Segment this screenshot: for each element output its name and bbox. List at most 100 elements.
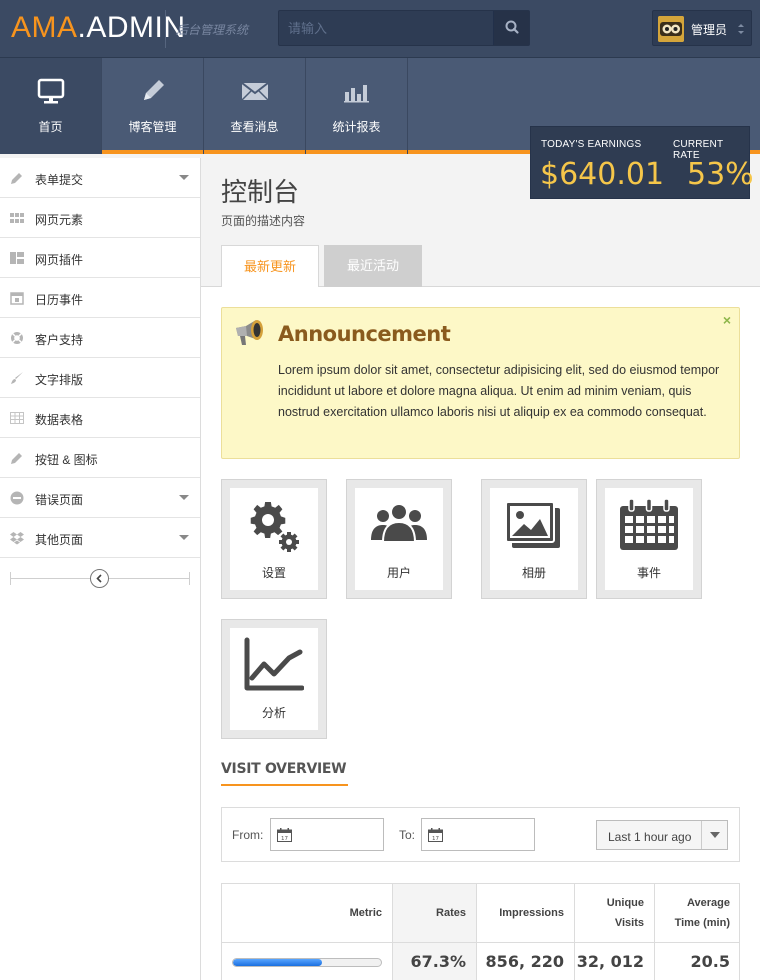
brand-subtitle: 后台管理系统 — [176, 23, 249, 37]
tile-analytics[interactable]: 分析 — [221, 619, 327, 739]
sidebar-item-label: 表单提交 — [35, 173, 84, 187]
earnings-label: TODAY'S EARNINGS — [541, 139, 642, 150]
layout-icon — [10, 252, 24, 264]
section-underline — [221, 784, 348, 786]
page-description: 页面的描述内容 — [221, 214, 306, 228]
sidebar-item-label: 网页元素 — [35, 213, 84, 227]
nav-item-messages[interactable]: 查看消息 — [204, 58, 306, 154]
header-label: Impressions — [499, 907, 564, 919]
rate-value: 53% — [687, 157, 754, 192]
sidebar-item-elements[interactable]: 网页元素 — [0, 198, 200, 238]
tile-label: 用户 — [386, 566, 411, 580]
announcement-box: Announcement Lorem ipsum dolor sit amet,… — [221, 307, 740, 459]
top-header: AMA.ADMIN 后台管理系统 管理员 — [0, 0, 760, 58]
tile-album[interactable]: 相册 — [481, 479, 587, 599]
header-rates[interactable]: Rates — [393, 884, 477, 942]
sidebar-item-forms[interactable]: 表单提交 — [0, 158, 200, 198]
header-impressions[interactable]: Impressions — [477, 884, 575, 942]
tile-label: 事件 — [636, 566, 661, 580]
tile-users[interactable]: 用户 — [346, 479, 452, 599]
brand-part2: ADMIN — [86, 11, 186, 44]
avg-time-value: 20.5 — [690, 952, 730, 971]
bar-chart-icon — [344, 85, 369, 103]
header-label: Unique — [606, 897, 644, 909]
sidebar-item-plugins[interactable]: 网页插件 — [0, 238, 200, 278]
sidebar-item-errors[interactable]: 错误页面 — [0, 478, 200, 518]
calendar-icon — [10, 292, 24, 305]
unique-visits-value: 32, 012 — [576, 952, 644, 971]
sidebar-item-support[interactable]: 客户支持 — [0, 318, 200, 358]
brand-logo[interactable]: AMA.ADMIN — [11, 12, 186, 44]
header-label: Rates — [436, 907, 466, 919]
sidebar-item-calendar[interactable]: 日历事件 — [0, 278, 200, 318]
sort-caret-icon — [738, 24, 744, 34]
tile-label: 设置 — [261, 566, 286, 580]
sidebar-item-label: 客户支持 — [35, 333, 84, 347]
tile-body: 相册 — [490, 488, 578, 590]
sidebar-item-tables[interactable]: 数据表格 — [0, 398, 200, 438]
page-title: 控制台 — [221, 177, 300, 207]
nav-item-reports[interactable]: 统计报表 — [306, 58, 408, 154]
tab-recent-activity[interactable]: 最近活动 — [324, 245, 422, 287]
table-cell-unique: 32, 012 — [575, 942, 655, 980]
nav-label: 查看消息 — [230, 120, 279, 134]
tile-body: 分析 — [230, 628, 318, 730]
sidebar-item-buttons[interactable]: 按钮 & 图标 — [0, 438, 200, 478]
line-chart-icon — [244, 637, 304, 691]
nav-item-blog[interactable]: 博客管理 — [102, 58, 204, 154]
photo-album-icon — [505, 501, 560, 548]
date-filter-bar: From: 17 To: 17 Last 1 hour ago — [221, 807, 740, 862]
tile-label: 分析 — [261, 706, 286, 720]
calendar-icon: 17 — [428, 828, 443, 842]
users-icon — [371, 503, 427, 543]
brush-icon — [11, 372, 23, 384]
nav-item-home[interactable]: 首页 — [0, 58, 102, 154]
chevron-down-icon[interactable] — [701, 821, 727, 849]
search-box — [278, 10, 530, 46]
chevron-down-icon — [179, 535, 189, 540]
tile-events[interactable]: 事件 — [596, 479, 702, 599]
tile-body: 设置 — [230, 488, 318, 590]
chevron-left-icon — [96, 574, 102, 583]
visit-overview-title: VISIT OVERVIEW — [221, 761, 347, 777]
nav-label: 统计报表 — [332, 120, 381, 134]
table-cell-metric — [222, 942, 393, 980]
sidebar-item-label: 数据表格 — [35, 413, 84, 427]
sidebar-item-other[interactable]: 其他页面 — [0, 518, 200, 558]
from-date-field[interactable]: 17 — [270, 818, 384, 851]
to-date-field[interactable]: 17 — [421, 818, 535, 851]
table-icon — [10, 412, 24, 424]
tile-body: 用户 — [355, 488, 443, 590]
table-cell-avg-time: 20.5 — [655, 942, 740, 980]
sidebar: 表单提交 网页元素 网页插件 日历事件 客户支持 文字排版 数据表格 按钮 & … — [0, 158, 201, 980]
time-range-select[interactable]: Last 1 hour ago — [596, 820, 728, 850]
sidebar-item-label: 其他页面 — [35, 533, 84, 547]
impressions-value: 856, 220 — [485, 952, 564, 971]
brand-divider — [165, 10, 166, 48]
earnings-panel: TODAY'S EARNINGS $640.01 CURRENT RATE 53… — [530, 126, 754, 199]
announcement-title: Announcement — [278, 322, 451, 346]
sidebar-collapse-button[interactable] — [90, 569, 109, 588]
sidebar-item-label: 日历事件 — [35, 293, 84, 307]
close-icon[interactable]: × — [723, 312, 731, 328]
header-unique-visits[interactable]: Unique Visits — [575, 884, 655, 942]
search-input[interactable] — [279, 11, 494, 45]
calendar-icon: 17 — [277, 828, 292, 842]
avatar — [658, 16, 684, 42]
nav-label: 首页 — [38, 120, 63, 134]
header-label: Visits — [614, 917, 644, 929]
nav-label: 博客管理 — [128, 120, 177, 134]
header-metric[interactable]: Metric — [222, 884, 393, 942]
progress-fill — [233, 959, 322, 966]
chevron-down-icon — [179, 175, 189, 180]
search-icon — [505, 20, 519, 34]
header-average-time[interactable]: Average Time (min) — [655, 884, 740, 942]
tile-settings[interactable]: 设置 — [221, 479, 327, 599]
tab-latest-updates[interactable]: 最新更新 — [221, 245, 319, 287]
sidebar-item-typography[interactable]: 文字排版 — [0, 358, 200, 398]
table-cell-impressions: 856, 220 — [477, 942, 575, 980]
user-menu[interactable]: 管理员 — [652, 10, 752, 46]
search-button[interactable] — [493, 11, 529, 45]
sidebar-item-label: 网页插件 — [35, 253, 84, 267]
envelope-icon — [241, 82, 269, 101]
